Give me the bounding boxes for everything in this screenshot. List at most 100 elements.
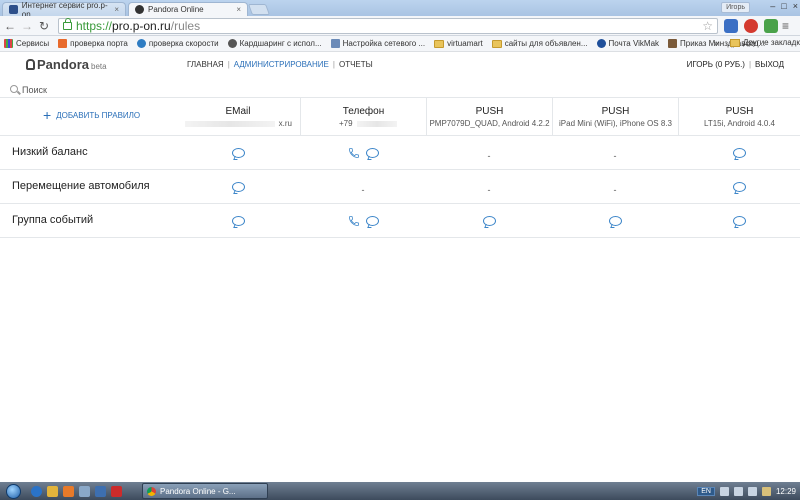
user-account-link[interactable]: ИГОРЬ (0 РУБ.): [687, 60, 745, 69]
bookmark-item[interactable]: Кардшаринг с испол...: [227, 39, 322, 48]
menu-icon[interactable]: ≡: [782, 19, 796, 33]
rule-channel-cell[interactable]: -: [552, 136, 678, 170]
maximize-icon[interactable]: □: [781, 1, 786, 11]
secure-lock-icon: [63, 18, 72, 30]
volume-icon[interactable]: [747, 486, 757, 496]
rule-channel-cell[interactable]: [176, 204, 300, 238]
app-icon[interactable]: [95, 485, 106, 497]
ie-icon[interactable]: [31, 485, 42, 497]
other-bookmarks-folder[interactable]: Другие закладки: [730, 38, 800, 47]
browser-profile-button[interactable]: Игорь: [721, 2, 750, 13]
network-icon[interactable]: [733, 486, 743, 496]
main-navigation: ГЛАВНАЯ | АДМИНИСТРИРОВАНИЕ | ОТЧЕТЫ: [187, 60, 373, 69]
tray-icon[interactable]: [719, 486, 729, 496]
message-bubble-icon[interactable]: [365, 148, 379, 158]
bookmark-label: virtuamart: [447, 39, 483, 48]
nav-reports-link[interactable]: ОТЧЕТЫ: [339, 60, 373, 69]
column-title: PUSH: [475, 106, 504, 117]
minimize-icon[interactable]: –: [770, 1, 775, 11]
bookmark-star-icon[interactable]: ☆: [702, 19, 713, 33]
rule-channel-cell[interactable]: [678, 204, 800, 238]
message-bubble-icon[interactable]: [231, 182, 245, 192]
reload-icon[interactable]: ↻: [37, 19, 51, 33]
message-bubble-icon[interactable]: [365, 216, 379, 226]
message-bubble-icon[interactable]: [608, 216, 622, 226]
close-tab-icon[interactable]: ×: [114, 5, 119, 14]
redacted-text: [356, 120, 397, 127]
rule-channel-cell[interactable]: [552, 204, 678, 238]
bookmark-label: Кардшаринг с испол...: [239, 39, 322, 48]
message-bubble-icon[interactable]: [732, 216, 746, 226]
back-icon[interactable]: ←: [3, 19, 17, 33]
clock[interactable]: 12:29: [776, 487, 796, 496]
folder-icon: [730, 38, 740, 47]
close-window-icon[interactable]: ×: [793, 1, 798, 11]
rule-channel-cell[interactable]: [300, 136, 426, 170]
redacted-text: [184, 120, 275, 127]
rule-channel-cell[interactable]: -: [300, 170, 426, 204]
bookmark-item[interactable]: проверка порта: [58, 39, 128, 48]
pandora-logo[interactable]: Pandora beta: [26, 57, 107, 72]
rule-row[interactable]: Группа событий: [0, 204, 800, 238]
start-button[interactable]: [0, 482, 26, 500]
rule-channel-cell[interactable]: [678, 170, 800, 204]
message-bubble-icon[interactable]: [231, 148, 245, 158]
column-subtitle: x.ru: [176, 119, 300, 128]
app-icon[interactable]: [79, 485, 90, 497]
rule-name[interactable]: Группа событий: [12, 214, 93, 226]
bookmarks-overflow-button[interactable]: »: [714, 39, 718, 48]
rule-channel-cell[interactable]: [176, 136, 300, 170]
bookmark-item[interactable]: Настройка сетевого ...: [330, 39, 425, 48]
rule-channel-cell[interactable]: -: [552, 170, 678, 204]
rule-name[interactable]: Перемещение автомобиля: [12, 180, 150, 192]
extension-icon[interactable]: [724, 19, 738, 33]
rule-channel-cell[interactable]: [300, 204, 426, 238]
language-indicator[interactable]: EN: [697, 486, 715, 496]
browser-tab-pandora[interactable]: Pandora Online ×: [128, 2, 248, 16]
column-header-push-1: PUSH PMP7079D_QUAD, Android 4.2.2: [426, 98, 552, 136]
nav-separator: |: [332, 60, 335, 69]
bookmark-item[interactable]: Сервисы: [4, 39, 49, 48]
explorer-icon[interactable]: [47, 485, 58, 497]
extension-icon[interactable]: [764, 19, 778, 33]
message-bubble-icon[interactable]: [732, 182, 746, 192]
rule-channel-cell[interactable]: -: [426, 170, 552, 204]
rule-name[interactable]: Низкий баланс: [12, 146, 88, 158]
bookmark-item[interactable]: Почта VikMak: [596, 39, 659, 48]
tab-title: Pandora Online: [148, 5, 204, 14]
adblock-icon[interactable]: [744, 19, 758, 33]
message-bubble-icon[interactable]: [482, 216, 496, 226]
app-icon[interactable]: [111, 485, 122, 497]
browser-tab-pro-p-on[interactable]: Интернет сервис pro.p-on ×: [2, 1, 126, 19]
column-subtitle: LT15i, Android 4.0.4: [703, 119, 775, 128]
forward-icon[interactable]: →: [20, 19, 34, 33]
rule-channel-cell[interactable]: -: [426, 136, 552, 170]
bookmark-icon: [668, 39, 678, 48]
taskbar-window-chrome[interactable]: Pandora Online - G...: [142, 483, 268, 499]
logout-link[interactable]: ВЫХОД: [755, 60, 784, 69]
message-bubble-icon[interactable]: [732, 148, 746, 158]
rule-channel-cell[interactable]: [678, 136, 800, 170]
phone-call-icon[interactable]: [348, 215, 360, 227]
bookmark-item[interactable]: проверка скорости: [136, 39, 219, 48]
message-bubble-icon[interactable]: [231, 216, 245, 226]
rule-channel-cell[interactable]: [426, 204, 552, 238]
media-player-icon[interactable]: [63, 485, 74, 497]
lock-logo-icon: [26, 59, 35, 70]
rule-row[interactable]: Перемещение автомобиля - - -: [0, 170, 800, 204]
search-input[interactable]: [22, 83, 322, 97]
add-rule-button[interactable]: + ДОБАВИТЬ ПРАВИЛО: [43, 108, 140, 122]
browser-toolbar: ← → ↻ https:// pro.p-on.ru /rules ☆ ≡: [0, 16, 800, 36]
rule-row[interactable]: Низкий баланс - -: [0, 136, 800, 170]
close-tab-icon[interactable]: ×: [236, 5, 241, 14]
new-tab-button[interactable]: [247, 4, 271, 15]
nav-admin-link[interactable]: АДМИНИСТРИРОВАНИЕ: [234, 60, 329, 69]
bookmark-folder[interactable]: сайты для объявлен...: [491, 39, 588, 48]
bookmark-folder[interactable]: virtuamart: [434, 39, 483, 48]
nav-home-link[interactable]: ГЛАВНАЯ: [187, 60, 224, 69]
address-bar[interactable]: https:// pro.p-on.ru /rules ☆: [58, 18, 718, 34]
bookmark-label: проверка скорости: [148, 39, 219, 48]
phone-call-icon[interactable]: [348, 147, 360, 159]
rule-channel-cell[interactable]: [176, 170, 300, 204]
tray-icon[interactable]: [761, 486, 771, 496]
